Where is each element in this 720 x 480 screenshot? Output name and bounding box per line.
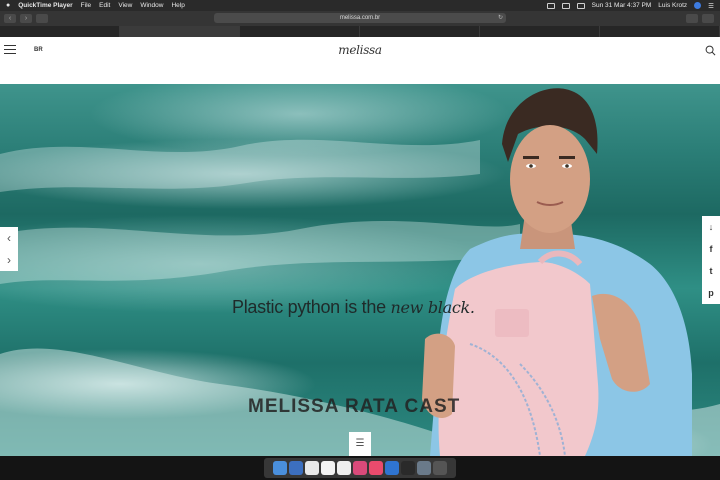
browser-tab[interactable] bbox=[600, 26, 720, 37]
notes-icon[interactable] bbox=[321, 461, 335, 475]
search-icon[interactable] bbox=[705, 45, 716, 56]
menu-view[interactable]: View bbox=[118, 2, 132, 9]
share-button[interactable] bbox=[686, 14, 698, 23]
pinterest-icon[interactable]: p bbox=[702, 282, 720, 304]
preview-icon[interactable] bbox=[417, 461, 431, 475]
sidebar-toggle-button[interactable] bbox=[36, 14, 48, 23]
bottom-drawer-icon[interactable]: ☰ bbox=[349, 432, 371, 456]
user-name[interactable]: Luis Krotz bbox=[658, 2, 687, 9]
browser-tab[interactable] bbox=[360, 26, 480, 37]
terminal-icon[interactable] bbox=[401, 461, 415, 475]
twitter-icon[interactable]: t bbox=[702, 260, 720, 282]
siri-icon[interactable] bbox=[694, 2, 702, 9]
desktop-bottom bbox=[0, 456, 720, 480]
tagline-main: Plastic python is the bbox=[232, 297, 391, 317]
menu-help[interactable]: Help bbox=[171, 2, 184, 9]
menu-window[interactable]: Window bbox=[140, 2, 163, 9]
photos-icon[interactable] bbox=[353, 461, 367, 475]
mac-menu-bar: ● QuickTime Player File Edit View Window… bbox=[0, 0, 720, 11]
safari-icon[interactable] bbox=[289, 461, 303, 475]
carousel-next-button[interactable]: › bbox=[0, 249, 18, 271]
textedit-icon[interactable] bbox=[337, 461, 351, 475]
tab-overview-button[interactable] bbox=[702, 14, 714, 23]
hero-tagline: Plastic python is the new black. bbox=[232, 297, 475, 318]
melissa-logo[interactable]: melissa bbox=[0, 43, 720, 57]
url-text: melissa.com.br bbox=[339, 15, 381, 21]
site-header: BR melissa bbox=[0, 37, 720, 84]
browser-tab-active[interactable] bbox=[120, 26, 240, 37]
tagline-emphasis: new black. bbox=[390, 298, 476, 317]
reload-icon[interactable]: ↻ bbox=[498, 13, 503, 23]
apple-icon[interactable]: ● bbox=[6, 2, 10, 9]
dock bbox=[264, 458, 456, 478]
status-area: Sun 31 Mar 4:37 PM Luis Krotz ☰ bbox=[546, 2, 714, 10]
menu-app-quicktime[interactable]: QuickTime Player bbox=[18, 2, 72, 9]
menu-edit[interactable]: Edit bbox=[99, 2, 110, 9]
back-button[interactable]: ‹ bbox=[4, 14, 16, 23]
forward-button[interactable]: › bbox=[20, 14, 32, 23]
chrome-icon[interactable] bbox=[385, 461, 399, 475]
browser-tab[interactable] bbox=[0, 26, 120, 37]
wifi-icon[interactable] bbox=[561, 2, 570, 9]
browser-tab[interactable] bbox=[240, 26, 360, 37]
hero-subheadline: MELISSA RATA CAST bbox=[248, 396, 461, 417]
browser-tab[interactable] bbox=[480, 26, 600, 37]
calendar-icon[interactable] bbox=[305, 461, 319, 475]
facebook-icon[interactable]: f bbox=[702, 238, 720, 260]
input-source-icon[interactable] bbox=[576, 2, 585, 9]
scroll-down-icon[interactable]: ↓ bbox=[702, 216, 720, 238]
music-icon[interactable] bbox=[369, 461, 383, 475]
browser-toolbar: ‹ › melissa.com.br ↻ bbox=[0, 11, 720, 26]
finder-icon[interactable] bbox=[273, 461, 287, 475]
clock[interactable]: Sun 31 Mar 4:37 PM bbox=[592, 2, 652, 9]
menu-file[interactable]: File bbox=[81, 2, 91, 9]
share-panel: ↓ f t p bbox=[702, 216, 720, 304]
tab-bar bbox=[0, 26, 720, 37]
trash-icon[interactable] bbox=[433, 461, 447, 475]
address-bar[interactable]: melissa.com.br ↻ bbox=[214, 13, 506, 23]
battery-icon[interactable] bbox=[546, 2, 555, 9]
hero-banner: Plastic python is the new black. MELISSA… bbox=[0, 84, 720, 456]
notification-center-icon[interactable]: ☰ bbox=[708, 2, 714, 10]
carousel-prev-button[interactable]: ‹ bbox=[0, 227, 18, 249]
